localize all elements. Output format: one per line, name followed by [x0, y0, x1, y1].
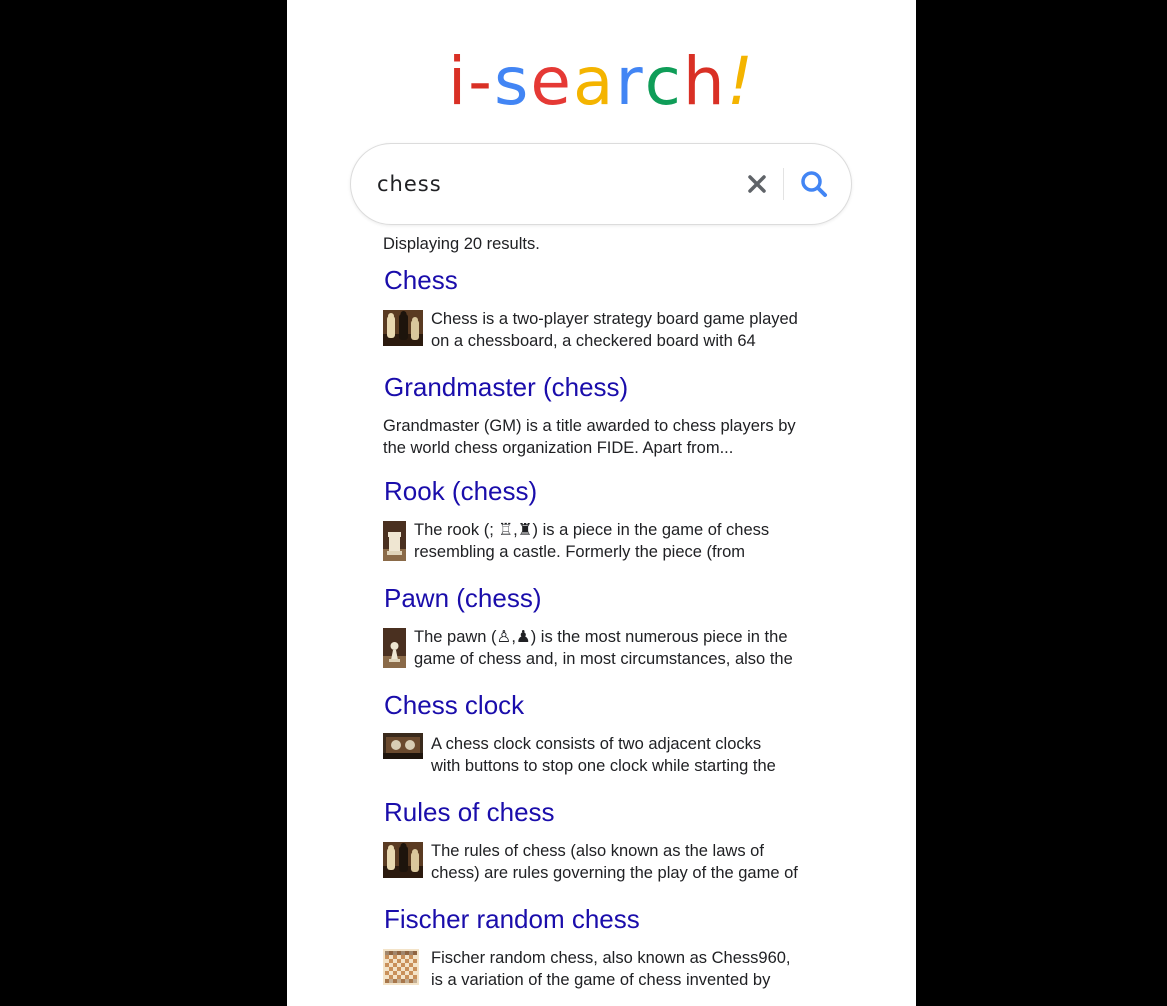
result-title-link[interactable]: Chess — [384, 264, 823, 296]
search-input[interactable] — [377, 164, 707, 204]
search-button[interactable] — [798, 168, 830, 200]
result-title-link[interactable]: Pawn (chess) — [384, 582, 823, 614]
search-result: Fischer random chess Fischer random chess… — [383, 903, 823, 993]
result-snippet-row: The rules of chess (also known as the la… — [383, 840, 823, 886]
search-result: Grandmaster (chess) Grandmaster (GM) is a… — [383, 371, 823, 461]
chess-pieces-thumbnail — [383, 310, 423, 346]
snippet-line: Chess is a two-player strategy board gam… — [431, 310, 798, 328]
result-snippet: The pawn (♙,♟) is the most numerous piec… — [414, 626, 823, 670]
result-title-link[interactable]: Chess clock — [384, 689, 823, 721]
search-icon — [801, 171, 827, 197]
clear-search-button[interactable] — [743, 170, 771, 198]
search-result: Pawn (chess) The pawn (♙,♟) is the most n… — [383, 582, 823, 672]
search-result: Chess clock A chess clock consists of two… — [383, 689, 823, 779]
pawn-thumbnail — [383, 628, 406, 668]
snippet-line: the world chess organization FIDE. Apart… — [383, 439, 734, 457]
result-snippet: The rook (; ♖,♜) is a piece in the game … — [414, 519, 823, 563]
logo-letter: h — [682, 43, 727, 120]
snippet-line: chess) are rules governing the play of t… — [431, 864, 798, 882]
snippet-line: Grandmaster (GM) is a title awarded to c… — [383, 417, 796, 435]
result-snippet: Grandmaster (GM) is a title awarded to c… — [383, 415, 823, 459]
result-snippet-row: The pawn (♙,♟) is the most numerous piec… — [383, 626, 823, 672]
search-box — [350, 143, 852, 225]
snippet-line: The rook (; ♖,♜) is a piece in the game … — [414, 521, 770, 539]
logo-letter: i — [447, 43, 469, 120]
chess-pieces-thumbnail — [383, 842, 423, 878]
snippet-line: The rules of chess (also known as the la… — [431, 842, 764, 860]
snippet-line: on a chessboard, a checkered board with … — [431, 332, 756, 350]
snippet-line: A chess clock consists of two adjacent c… — [431, 735, 762, 753]
snippet-line: with buttons to stop one clock while sta… — [431, 757, 776, 775]
result-title-link[interactable]: Rook (chess) — [384, 475, 823, 507]
search-result: Rook (chess) The rook (; ♖,♜) is a piece … — [383, 475, 823, 565]
snippet-line: Fischer random chess, also known as Ches… — [431, 949, 791, 967]
search-page: i-search! Displaying 20 results. ChessCh… — [287, 0, 916, 1006]
result-snippet-row: A chess clock consists of two adjacent c… — [383, 733, 823, 779]
result-count: Displaying 20 results. — [383, 235, 540, 253]
logo-letter: a — [572, 43, 616, 120]
search-result: Rules of chess The rules of chess (also k… — [383, 796, 823, 886]
chess-clock-thumbnail — [383, 733, 423, 759]
result-snippet: The rules of chess (also known as the la… — [431, 840, 823, 884]
result-snippet: Chess is a two-player strategy board gam… — [431, 308, 823, 352]
snippet-line: resembling a castle. Formerly the piece … — [414, 543, 746, 561]
logo-letter: s — [493, 43, 531, 120]
chessboard-thumbnail — [383, 949, 419, 985]
snippet-line: The pawn (♙,♟) is the most numerous piec… — [414, 628, 788, 646]
logo-letter: - — [468, 43, 494, 120]
result-snippet-row: Chess is a two-player strategy board gam… — [383, 308, 823, 354]
result-snippet-row: Grandmaster (GM) is a title awarded to c… — [383, 415, 823, 461]
snippet-line: is a variation of the game of chess inve… — [431, 971, 771, 989]
i-search-logo: i-search! — [287, 40, 916, 124]
close-icon — [748, 175, 766, 193]
result-title-link[interactable]: Grandmaster (chess) — [384, 371, 823, 403]
rook-thumbnail — [383, 521, 406, 561]
search-result: Chess Chess is a two-player strategy boar… — [383, 264, 823, 354]
logo-letter: e — [530, 43, 573, 120]
result-title-link[interactable]: Fischer random chess — [384, 903, 823, 935]
logo-letter: ! — [726, 43, 756, 120]
logo-letter: c — [644, 43, 683, 120]
snippet-line: game of chess and, in most circumstances… — [414, 650, 793, 668]
result-snippet-row: The rook (; ♖,♜) is a piece in the game … — [383, 519, 823, 565]
logo-letter: r — [615, 43, 645, 120]
result-snippet: Fischer random chess, also known as Ches… — [431, 947, 823, 991]
result-snippet-row: Fischer random chess, also known as Ches… — [383, 947, 823, 993]
result-title-link[interactable]: Rules of chess — [384, 796, 823, 828]
search-box-divider — [783, 168, 784, 200]
result-snippet: A chess clock consists of two adjacent c… — [431, 733, 823, 777]
